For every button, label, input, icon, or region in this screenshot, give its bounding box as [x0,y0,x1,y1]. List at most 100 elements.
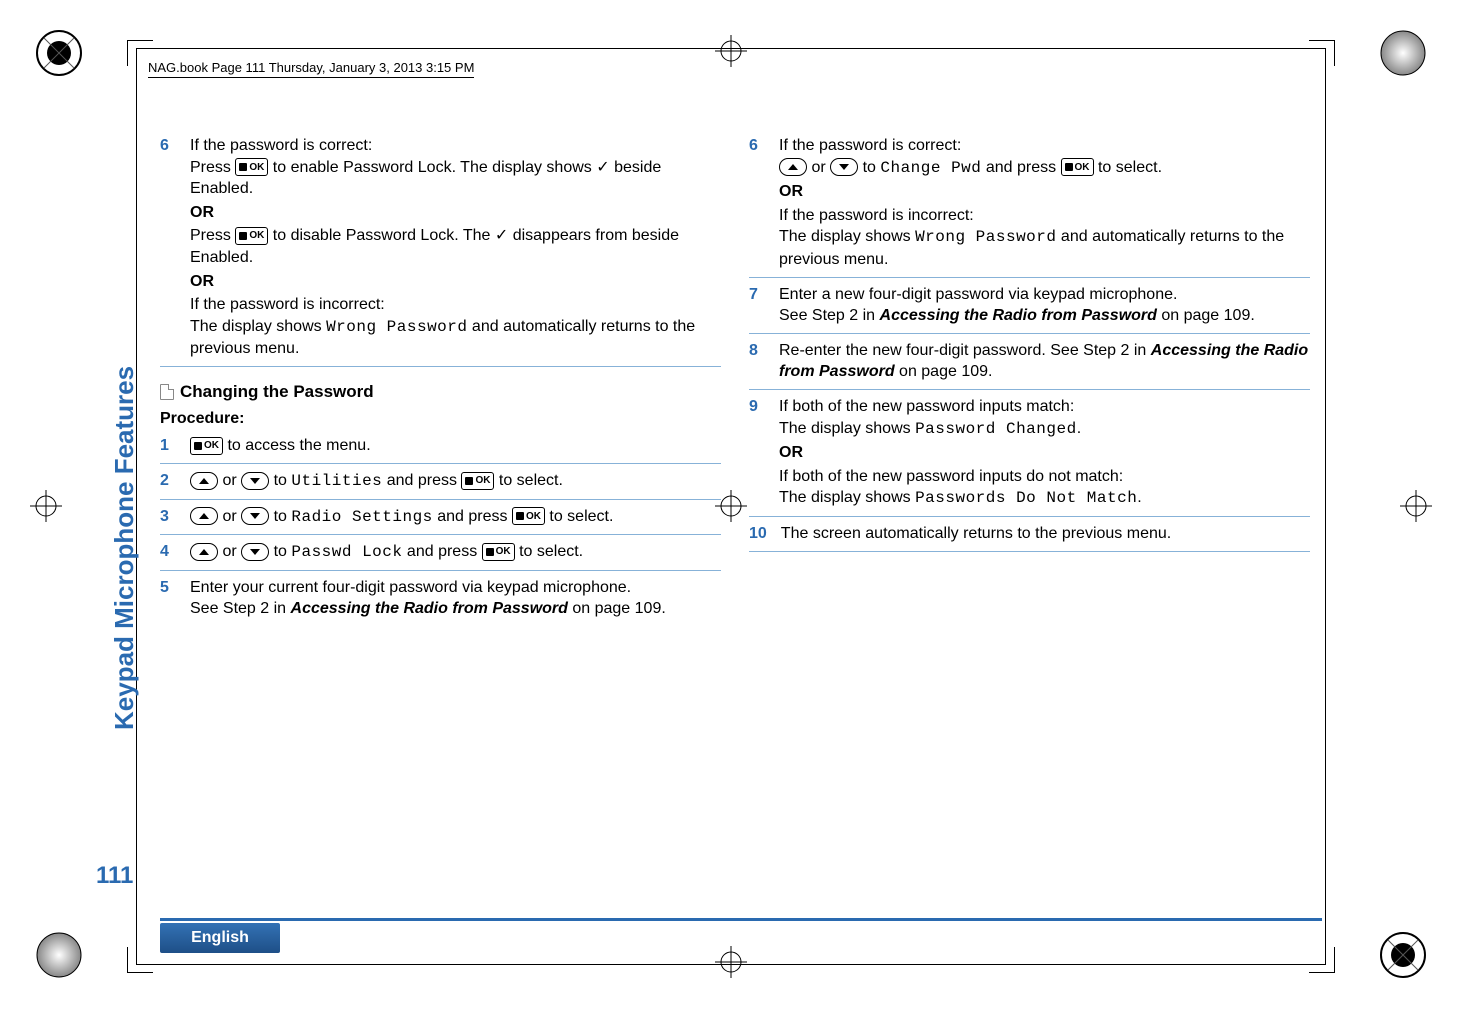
page-header: NAG.book Page 111 Thursday, January 3, 2… [148,60,474,78]
up-key-icon [190,472,218,490]
text-line: If the password is incorrect: [190,294,721,316]
text: on page 109. [895,363,993,380]
footer-divider [160,918,1322,921]
up-key-icon [779,158,807,176]
text: on page 109. [568,600,666,617]
text: The display shows [779,489,915,506]
ok-key-icon: OK [482,543,515,561]
step-number: 6 [749,135,765,271]
section-title-text: Changing the Password [180,381,374,404]
reference-text: Accessing the Radio from Password [880,307,1157,324]
step-number: 10 [749,523,767,545]
text: The display shows [779,420,915,437]
text: to access the menu. [223,437,371,454]
text: and press [382,472,461,489]
text: See Step 2 in [190,600,291,617]
text-line: If both of the new password inputs do no… [779,466,1310,488]
ok-key-icon: OK [235,158,268,176]
ok-label: OK [496,545,511,559]
step-body: or to Utilities and press OK to select. [190,470,721,493]
text: to [269,543,291,560]
language-text: English [191,929,249,947]
section-title: Changing the Password [160,381,721,404]
check-icon: ✓ [596,159,609,176]
text-line: If both of the new password inputs match… [779,396,1310,418]
or-label: OR [190,271,721,293]
step-number: 6 [160,135,176,360]
text-line: If the password is correct: [190,135,721,157]
left-step-4: 4 or to Passwd Lock and press OK to sele… [160,541,721,571]
step-body: The screen automatically returns to the … [781,523,1310,545]
ok-label: OK [1075,161,1090,175]
step-number: 2 [160,470,176,493]
text: Press [190,227,235,244]
registration-mark-left [30,490,62,522]
left-column: 6 If the password is correct: Press OK t… [160,135,721,632]
procedure-label: Procedure: [160,408,721,430]
language-badge: English [160,923,280,953]
text: . [1077,420,1081,437]
text: on page 109. [1157,307,1255,324]
content-area: 6 If the password is correct: Press OK t… [160,135,1310,632]
step-body: If both of the new password inputs match… [779,396,1310,510]
text: . [1137,489,1141,506]
text-line: Press OK to disable Password Lock. The ✓… [190,225,721,268]
text-line: The display shows Wrong Password and aut… [190,316,721,360]
text-line: Enter your current four-digit password v… [190,577,721,599]
down-key-icon [241,543,269,561]
ok-key-icon: OK [461,472,494,490]
ok-key-icon: OK [235,227,268,245]
text-line: Enter a new four-digit password via keyp… [779,284,1310,306]
color-bar-bottom-left [34,930,84,985]
step-number: 1 [160,435,176,457]
text: The display shows [190,318,326,335]
step-body: Enter your current four-digit password v… [190,577,721,620]
text: and press [433,508,512,525]
or-label: OR [190,202,721,224]
ok-key-icon: OK [1061,158,1094,176]
step-body: Enter a new four-digit password via keyp… [779,284,1310,327]
ok-key-icon: OK [512,507,545,525]
ok-label: OK [475,474,490,488]
text: and press [981,159,1060,176]
text: Re-enter the new four-digit password. Se… [779,342,1151,359]
side-label-text: Keypad Microphone Features [109,366,139,730]
text-line: The display shows Wrong Password and aut… [779,226,1310,270]
left-step-3: 3 or to Radio Settings and press OK to s… [160,506,721,536]
right-column: 6 If the password is correct: or to Chan… [749,135,1310,632]
left-step-1: 1 OK to access the menu. [160,435,721,464]
text: to [269,508,291,525]
color-bar-top-right [1378,28,1428,83]
text: or [807,159,830,176]
step-number: 8 [749,340,765,383]
text: or [218,543,241,560]
lcd-text: Passwords Do Not Match [915,489,1137,507]
right-step-8: 8 Re-enter the new four-digit password. … [749,340,1310,390]
right-step-10: 10 The screen automatically returns to t… [749,523,1310,552]
step-body: or to Radio Settings and press OK to sel… [190,506,721,529]
text-line: See Step 2 in Accessing the Radio from P… [779,305,1310,327]
text: to [269,472,291,489]
lcd-text: Utilities [291,472,382,490]
text: to disable Password Lock. The [268,227,495,244]
color-bar-top-left [34,28,84,83]
color-bar-bottom-right [1378,930,1428,985]
step-number: 9 [749,396,765,510]
or-label: OR [779,181,1310,203]
or-label: OR [779,442,1310,464]
text: and press [402,543,481,560]
side-section-label: Keypad Microphone Features [109,366,140,730]
text: to select. [494,472,562,489]
step-number: 4 [160,541,176,564]
text: or [218,472,241,489]
ok-label: OK [249,229,264,243]
right-step-7: 7 Enter a new four-digit password via ke… [749,284,1310,334]
step-body: Re-enter the new four-digit password. Se… [779,340,1310,383]
check-icon: ✓ [495,227,508,244]
text: Press [190,159,235,176]
step-number: 7 [749,284,765,327]
lcd-text: Password Changed [915,420,1077,438]
lcd-text: Radio Settings [291,508,432,526]
down-key-icon [241,507,269,525]
text: The display shows [779,228,915,245]
